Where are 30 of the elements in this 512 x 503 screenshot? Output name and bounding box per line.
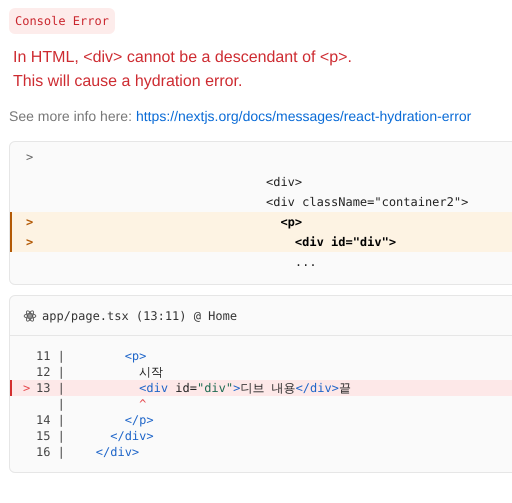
code-text: 시작: [138, 364, 164, 380]
code-text: <p>: [124, 348, 146, 364]
atom-icon: [23, 308, 37, 322]
code-text: <div id="div">디브 내용</div>끝: [138, 380, 351, 396]
line-number: 11 |: [36, 348, 65, 364]
code-text: </div>: [94, 444, 140, 460]
diff-code: ...: [294, 254, 317, 271]
error-message: In HTML, <div> cannot be a descendant of <p>.: [13, 48, 353, 68]
collapse-toggle[interactable]: >: [10, 148, 512, 166]
line-number: 15 |: [36, 428, 65, 444]
diff-code: <p>: [279, 214, 302, 231]
code-text: </div>: [109, 428, 154, 444]
info-label: See more info here:: [9, 107, 132, 126]
code-text: </p>: [124, 412, 154, 428]
diff-pointer: >: [26, 215, 34, 229]
diff-code: <div>: [266, 174, 302, 191]
line-number: 13 |: [36, 380, 65, 396]
error-message: This will cause a hydration error.: [13, 72, 244, 92]
source-location: app/page.tsx (13:11) @ Home: [42, 308, 238, 324]
code-text: ^: [138, 396, 146, 412]
diff-pointer: >: [26, 235, 34, 249]
line-number: 16 |: [36, 444, 65, 460]
line-pointer: >: [23, 381, 30, 395]
diff-code: <div id="div">: [294, 234, 396, 251]
docs-link[interactable]: https://nextjs.org/docs/messages/react-hydration-error: [136, 106, 472, 127]
diff-code: <div className="container2">: [266, 194, 468, 211]
line-number: 14 |: [36, 412, 65, 428]
line-number: |: [56, 396, 65, 412]
error-type-badge: Console Error: [9, 8, 115, 34]
line-number: 12 |: [36, 364, 65, 380]
